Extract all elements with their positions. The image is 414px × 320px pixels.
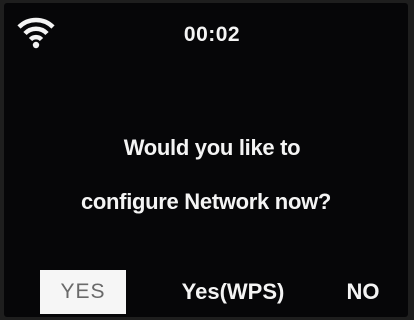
dialog-message-line-2: configure Network now?: [80, 189, 332, 214]
yes-wps-option-button[interactable]: Yes(WPS): [158, 270, 308, 314]
device-bezel: 00:02 Would you like to configure Networ…: [0, 0, 414, 320]
clock-time: 00:02: [183, 23, 241, 46]
option-bar: YES Yes(WPS) NO: [4, 270, 408, 314]
device-screen: 00:02 Would you like to configure Networ…: [4, 3, 408, 317]
dialog-message-line-1: Would you like to: [123, 135, 301, 160]
no-option-button[interactable]: NO: [338, 270, 388, 314]
yes-option-button[interactable]: YES: [40, 270, 126, 314]
